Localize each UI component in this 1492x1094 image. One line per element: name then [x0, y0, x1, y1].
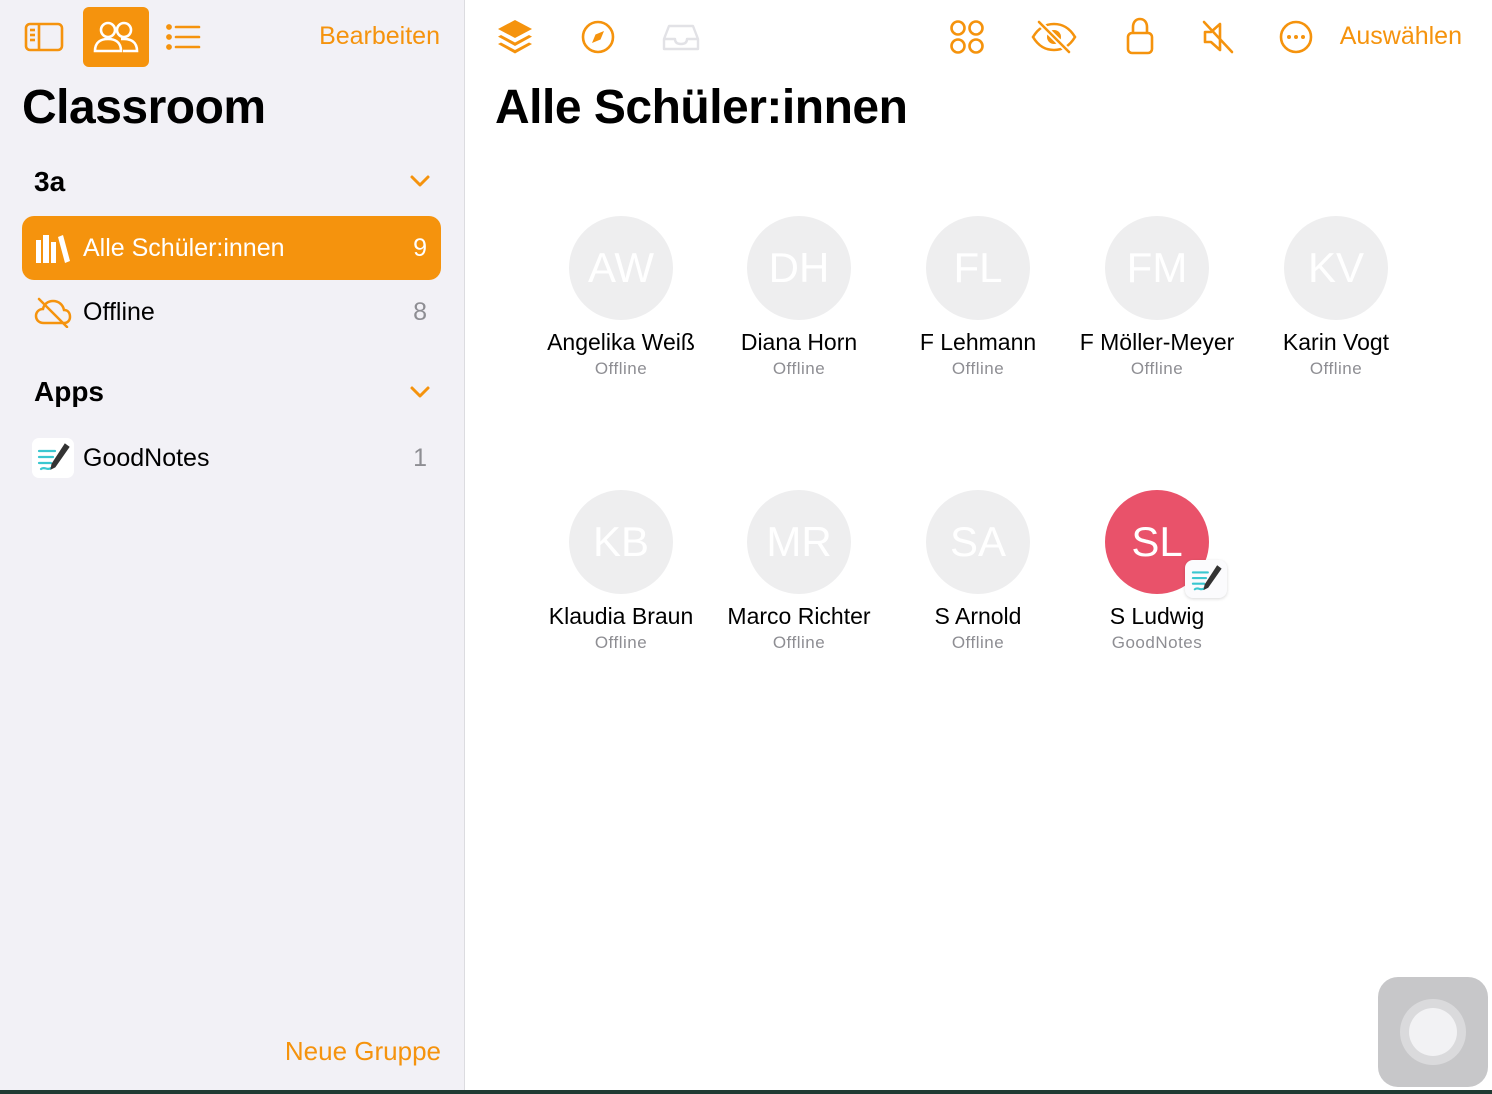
student-tile[interactable]: DH Diana Horn Offline [709, 216, 889, 378]
avatar: DH [747, 216, 851, 320]
new-group-button[interactable]: Neue Gruppe [285, 1036, 441, 1067]
student-name: S Ludwig [1109, 603, 1205, 629]
student-name: Klaudia Braun [548, 603, 694, 629]
student-status: Offline [951, 633, 1005, 652]
mute-icon[interactable] [1199, 17, 1237, 57]
sidebar-toggle-icon[interactable] [22, 19, 66, 55]
student-status: Offline [951, 359, 1005, 378]
select-button[interactable]: Auswählen [1340, 22, 1462, 51]
avatar: AW [569, 216, 673, 320]
sidebar-item-count: 1 [413, 443, 427, 472]
student-name: S Arnold [934, 603, 1022, 629]
assistive-touch-dot [1409, 1008, 1457, 1056]
chevron-down-icon[interactable] [408, 173, 432, 194]
student-status: Offline [772, 633, 826, 652]
list-icon[interactable] [163, 19, 203, 55]
sidebar-item-all-students[interactable]: Alle Schüler:innen 9 [22, 216, 441, 280]
student-tile[interactable]: KB Klaudia Braun Offline [531, 490, 711, 652]
sidebar-item-label: Alle Schüler:innen [83, 233, 285, 262]
people-view-button[interactable] [83, 7, 149, 67]
student-status: Offline [772, 359, 826, 378]
avatar: KB [569, 490, 673, 594]
student-tile[interactable]: FL F Lehmann Offline [888, 216, 1068, 378]
sidebar-item-label: Offline [83, 297, 155, 326]
grid-icon[interactable] [947, 17, 987, 57]
app-title: Classroom [22, 81, 266, 134]
goodnotes-icon [32, 438, 74, 478]
avatar: MR [747, 490, 851, 594]
student-status: Offline [1130, 359, 1184, 378]
inbox-icon [661, 19, 701, 55]
edit-button[interactable]: Bearbeiten [319, 22, 440, 51]
section-header-3a[interactable]: 3a [34, 166, 65, 198]
student-name: Diana Horn [740, 329, 858, 355]
assistive-touch-button[interactable] [1378, 977, 1488, 1087]
avatar: KV [1284, 216, 1388, 320]
sidebar-item-count: 8 [413, 297, 427, 326]
student-tile[interactable]: SA S Arnold Offline [888, 490, 1068, 652]
student-status: Offline [594, 633, 648, 652]
goodnotes-icon [1185, 560, 1227, 598]
student-name: F Lehmann [919, 329, 1037, 355]
lock-icon[interactable] [1123, 15, 1157, 57]
student-name: Karin Vogt [1282, 329, 1390, 355]
people-icon [83, 7, 149, 67]
chevron-down-icon[interactable] [408, 384, 432, 405]
avatar: FL [926, 216, 1030, 320]
student-name: Marco Richter [727, 603, 871, 629]
page-title: Alle Schüler:innen [495, 81, 908, 134]
section-header-apps[interactable]: Apps [34, 376, 104, 408]
compass-icon[interactable] [578, 17, 618, 57]
student-status: Offline [594, 359, 648, 378]
eye-slash-icon[interactable] [1031, 17, 1077, 57]
student-status: Offline [1309, 359, 1363, 378]
student-tile[interactable]: KV Karin Vogt Offline [1246, 216, 1426, 378]
student-tile[interactable]: MR Marco Richter Offline [709, 490, 889, 652]
bottom-edge [0, 1090, 1492, 1094]
avatar: SA [926, 490, 1030, 594]
student-tile[interactable]: SL S Ludwig GoodNotes [1067, 490, 1247, 652]
more-icon[interactable] [1276, 17, 1316, 57]
student-name: F Möller-Meyer [1079, 329, 1235, 355]
sidebar-item-goodnotes[interactable]: GoodNotes 1 [22, 426, 441, 490]
layers-icon[interactable] [495, 17, 535, 57]
sidebar-item-count: 9 [413, 233, 427, 262]
student-status: GoodNotes [1111, 633, 1203, 652]
student-name: Angelika Weiß [547, 329, 695, 355]
sidebar: Bearbeiten Classroom 3a Alle Schüler:inn… [0, 0, 465, 1094]
student-tile[interactable]: FM F Möller-Meyer Offline [1067, 216, 1247, 378]
cloud-offline-icon [34, 294, 72, 330]
student-tile[interactable]: AW Angelika Weiß Offline [531, 216, 711, 378]
sidebar-item-label: GoodNotes [83, 443, 210, 472]
library-icon [34, 230, 72, 266]
main-content: Auswählen Alle Schüler:innen AW Angelika… [465, 0, 1492, 1094]
avatar: FM [1105, 216, 1209, 320]
sidebar-item-offline[interactable]: Offline 8 [22, 280, 441, 344]
